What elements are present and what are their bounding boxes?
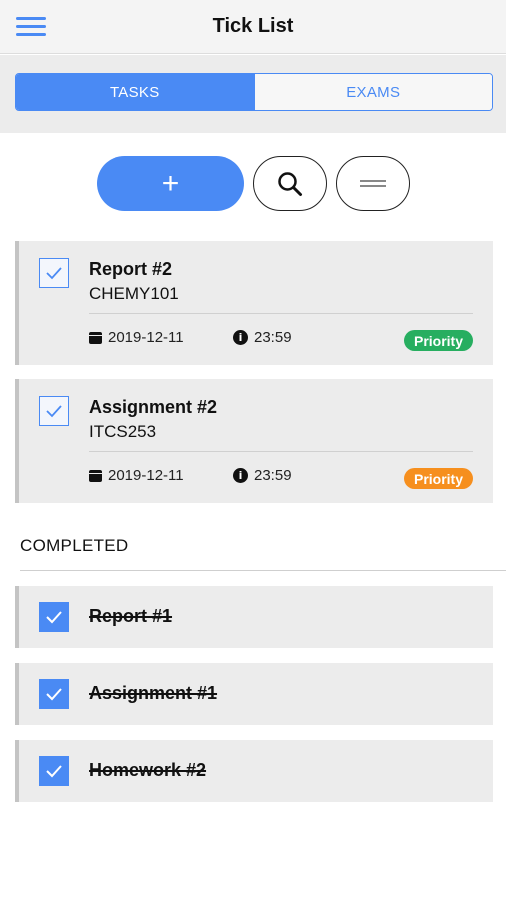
search-icon xyxy=(278,171,302,196)
divider xyxy=(89,313,473,314)
calendar-icon xyxy=(89,331,102,344)
tab-bar-area: TASKS EXAMS xyxy=(0,55,506,133)
info-icon: i xyxy=(233,468,248,483)
time-text: 23:59 xyxy=(254,329,292,346)
date-text: 2019-12-11 xyxy=(108,467,184,484)
completed-task-title: Homework #2 xyxy=(89,760,207,780)
completed-task-title: Assignment #1 xyxy=(89,683,218,703)
completed-checkbox[interactable] xyxy=(39,602,69,632)
completed-checkbox[interactable] xyxy=(39,756,69,786)
priority-badge: Priority xyxy=(403,468,473,489)
tab-tasks[interactable]: TASKS xyxy=(16,74,254,110)
completed-section-label: COMPLETED xyxy=(20,536,129,555)
task-date: 2019-12-11 xyxy=(89,467,184,484)
completed-task-card[interactable]: Homework #2 xyxy=(15,740,493,802)
search-button[interactable] xyxy=(253,156,327,211)
check-icon xyxy=(46,688,62,701)
divider xyxy=(89,451,473,452)
section-divider xyxy=(20,570,506,571)
top-bar: Tick List xyxy=(0,0,506,54)
check-icon xyxy=(46,267,62,280)
task-card[interactable]: Assignment #2 ITCS253 2019-12-11 i 23:59… xyxy=(15,379,493,503)
time-text: 23:59 xyxy=(254,467,292,484)
task-checkbox[interactable] xyxy=(39,258,69,288)
page-title: Tick List xyxy=(212,15,294,37)
check-icon xyxy=(46,765,62,778)
check-icon xyxy=(46,405,62,418)
calendar-icon xyxy=(89,469,102,482)
priority-badge: Priority xyxy=(403,330,473,351)
task-course: ITCS253 xyxy=(89,422,157,441)
check-icon xyxy=(46,611,62,624)
plus-icon: + xyxy=(161,166,180,200)
action-row: + xyxy=(0,156,506,212)
task-title: Assignment #2 xyxy=(89,397,218,417)
task-time: i 23:59 xyxy=(233,467,292,484)
completed-checkbox[interactable] xyxy=(39,679,69,709)
task-title: Report #2 xyxy=(89,259,173,279)
date-text: 2019-12-11 xyxy=(108,329,184,346)
sort-icon xyxy=(360,177,386,190)
tab-segmented-control: TASKS EXAMS xyxy=(15,73,493,111)
completed-task-card[interactable]: Report #1 xyxy=(15,586,493,648)
info-icon: i xyxy=(233,330,248,345)
task-time: i 23:59 xyxy=(233,329,292,346)
task-date: 2019-12-11 xyxy=(89,329,184,346)
sort-button[interactable] xyxy=(336,156,410,211)
task-card[interactable]: Report #2 CHEMY101 2019-12-11 i 23:59 Pr… xyxy=(15,241,493,365)
add-task-button[interactable]: + xyxy=(97,156,244,211)
task-course: CHEMY101 xyxy=(89,284,179,303)
completed-task-card[interactable]: Assignment #1 xyxy=(15,663,493,725)
completed-task-title: Report #1 xyxy=(89,606,173,626)
tab-exams[interactable]: EXAMS xyxy=(253,74,492,110)
task-checkbox[interactable] xyxy=(39,396,69,426)
